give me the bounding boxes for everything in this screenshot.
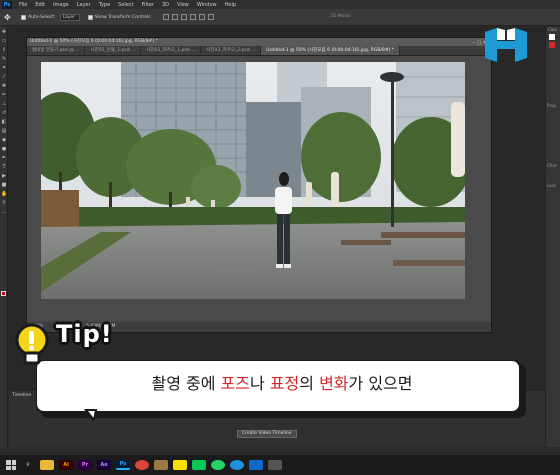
tip-highlight-pose: 포즈 <box>221 374 250 393</box>
color-panel-header[interactable]: Colo <box>546 27 560 32</box>
photoshop-taskbar-icon[interactable]: Ps <box>116 460 130 470</box>
tip-segment: 촬영 중에 <box>151 374 220 393</box>
file-explorer-icon[interactable] <box>40 460 54 470</box>
tip-segment: 나 <box>250 374 270 393</box>
show-transform-label: Show Transform Controls <box>95 15 151 20</box>
edge-icon[interactable] <box>230 460 244 470</box>
create-video-timeline-button[interactable]: Create Video Timeline <box>237 430 297 438</box>
crop-tool-icon[interactable]: ⌗ <box>1 65 7 71</box>
mode-3d-label: 3D Mode: <box>330 14 352 19</box>
illustrator-icon[interactable]: Ai <box>59 460 73 470</box>
media-icon[interactable] <box>249 460 263 470</box>
auto-select-dropdown[interactable]: Layer <box>60 14 80 21</box>
menu-select[interactable]: Select <box>114 2 137 8</box>
settings-icon[interactable] <box>268 460 282 470</box>
line-icon[interactable] <box>192 460 206 470</box>
lightbulb-icon <box>15 323 49 369</box>
move-tool-icon[interactable]: ✥ <box>1 29 7 35</box>
menu-edit[interactable]: Edit <box>31 2 49 8</box>
marquee-tool-icon[interactable]: ▭ <box>1 38 7 44</box>
channels-panel-header[interactable]: Chan <box>546 163 560 168</box>
photoshop-logo-icon: Ps <box>2 1 12 9</box>
eraser-tool-icon[interactable]: ◧ <box>1 119 7 125</box>
tab-document-4[interactable]: 사진03_카카오_2.psd ... <box>201 46 261 55</box>
dodge-tool-icon[interactable]: ● <box>1 146 7 152</box>
zoom-tool-icon[interactable]: ⚲ <box>1 200 7 206</box>
healing-tool-icon[interactable]: ✚ <box>1 83 7 89</box>
quick-select-tool-icon[interactable]: ✎ <box>1 56 7 62</box>
menu-view[interactable]: View <box>173 2 193 8</box>
tip-caption: 촬영 중에 포즈나 표정의 변화가 있으면 <box>36 370 528 394</box>
document-title-bar[interactable]: Untitled-1 @ 50% (사진모음 6 (0:00:04:16).jp… <box>27 38 491 46</box>
tab-document-2[interactable]: 사진01_인물_1.psd ... <box>85 46 141 55</box>
right-panels: Colo Prop Chan Lock <box>545 27 560 447</box>
tab-document-active[interactable]: Untitled-1 @ 50% (사진모음 6 (0:00:04:16).jp… <box>261 46 400 55</box>
files-icon[interactable] <box>154 460 168 470</box>
windows-start-icon[interactable] <box>6 460 16 470</box>
whatsapp-icon[interactable] <box>211 460 225 470</box>
menu-window[interactable]: Window <box>193 2 221 8</box>
hand-tool-icon[interactable]: ✋ <box>1 191 7 197</box>
tip-label: Tip! <box>56 320 113 348</box>
align-top-icon[interactable] <box>190 14 196 20</box>
blur-tool-icon[interactable]: ◆ <box>1 137 7 143</box>
show-transform-checkbox[interactable] <box>88 15 93 20</box>
align-left-icon[interactable] <box>163 14 169 20</box>
menu-filter[interactable]: Filter <box>138 2 158 8</box>
align-icons <box>163 14 214 20</box>
menu-3d[interactable]: 3D <box>158 2 173 8</box>
color-swatch-red[interactable] <box>549 42 555 48</box>
premiere-icon[interactable]: Pr <box>78 460 92 470</box>
lasso-tool-icon[interactable]: ℓ <box>1 47 7 53</box>
tab-document-1[interactable]: 썸네일 만들기.psd @ ... <box>27 46 85 55</box>
menu-file[interactable]: File <box>15 2 31 8</box>
tip-highlight-expression: 표정 <box>270 374 299 393</box>
menu-bar: Ps File Edit Image Layer Type Select Fil… <box>0 0 560 9</box>
auto-select-label: Auto-Select: <box>28 15 56 20</box>
layers-lock-label: Lock <box>546 183 560 188</box>
windows-taskbar: ⚲ Ai Pr Ae Ps <box>0 455 560 475</box>
type-tool-icon[interactable]: T <box>1 164 7 170</box>
canvas-photo <box>41 62 465 299</box>
document-window: Untitled-1 @ 50% (사진모음 6 (0:00:04:16).jp… <box>26 37 492 333</box>
edit-toolbar-icon[interactable]: … <box>1 209 7 215</box>
align-center-icon[interactable] <box>172 14 178 20</box>
timeline-label: Timeline <box>12 393 31 398</box>
chrome-icon[interactable] <box>135 460 149 470</box>
foreground-color-swatch[interactable] <box>1 291 6 296</box>
menu-type[interactable]: Type <box>95 2 114 8</box>
align-right-icon[interactable] <box>181 14 187 20</box>
color-swatch-white[interactable] <box>549 34 555 40</box>
eyedropper-tool-icon[interactable]: ⁄ <box>1 74 7 80</box>
pen-tool-icon[interactable]: ✒ <box>1 155 7 161</box>
brush-tool-icon[interactable]: ✏ <box>1 92 7 98</box>
tab-document-3[interactable]: 사진03_카카오_1.psd ... <box>141 46 201 55</box>
search-icon[interactable]: ⚲ <box>21 460 35 470</box>
brand-logo-icon <box>485 28 527 62</box>
path-select-tool-icon[interactable]: ▶ <box>1 173 7 179</box>
tools-panel: ✥ ▭ ℓ ✎ ⌗ ⁄ ✚ ✏ ⊥ ↺ ◧ ▤ ◆ ● ✒ T ▶ ■ ✋ ⚲ … <box>0 27 8 447</box>
menu-help[interactable]: Help <box>221 2 240 8</box>
document-tabs: 썸네일 만들기.psd @ ... 사진01_인물_1.psd ... 사진03… <box>27 46 491 56</box>
tip-segment: 가 있으면 <box>349 374 413 393</box>
tip-segment: 의 <box>299 374 319 393</box>
tip-highlight-change: 변화 <box>319 374 348 393</box>
auto-select-checkbox[interactable] <box>21 15 26 20</box>
history-brush-tool-icon[interactable]: ↺ <box>1 110 7 116</box>
after-effects-icon[interactable]: Ae <box>97 460 111 470</box>
canvas-area[interactable] <box>27 57 491 319</box>
shape-tool-icon[interactable]: ■ <box>1 182 7 188</box>
gradient-tool-icon[interactable]: ▤ <box>1 128 7 134</box>
move-tool-icon[interactable]: ✥ <box>4 13 13 22</box>
document-title: Untitled-1 @ 50% (사진모음 6 (0:00:04:16).jp… <box>30 39 158 44</box>
align-bottom-icon[interactable] <box>208 14 214 20</box>
menu-layer[interactable]: Layer <box>73 2 95 8</box>
menu-image[interactable]: Image <box>49 2 73 8</box>
stamp-tool-icon[interactable]: ⊥ <box>1 101 7 107</box>
kakaotalk-icon[interactable] <box>173 460 187 470</box>
properties-panel-header[interactable]: Prop <box>546 103 560 108</box>
options-bar: ✥ Auto-Select: Layer Show Transform Cont… <box>0 9 560 26</box>
align-middle-icon[interactable] <box>199 14 205 20</box>
